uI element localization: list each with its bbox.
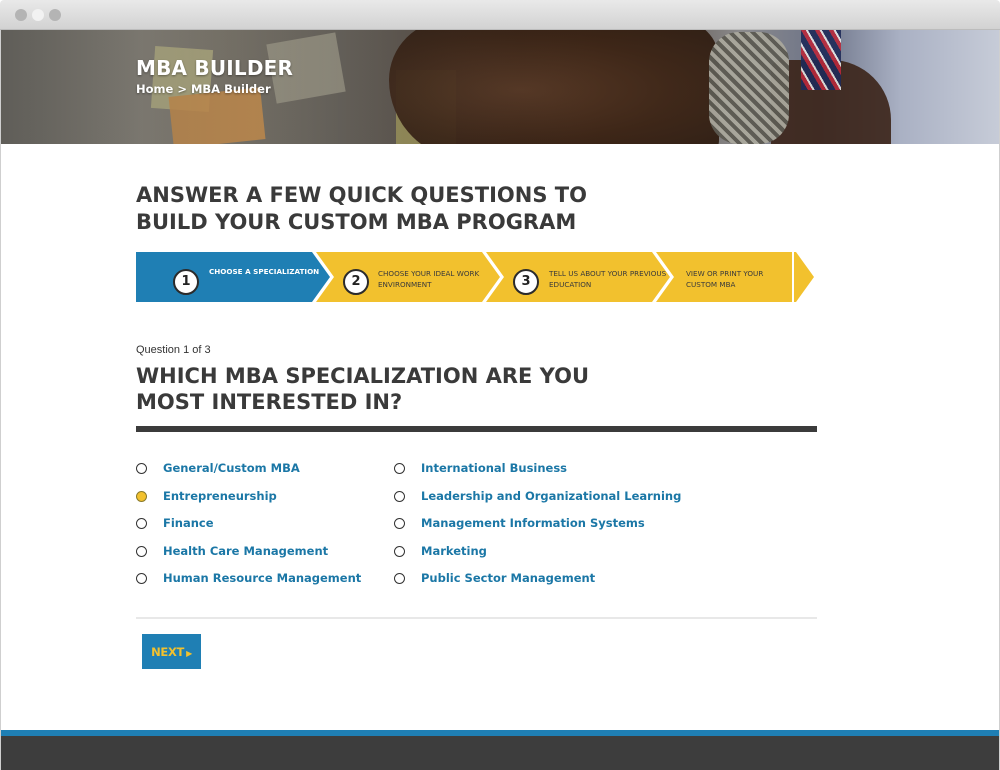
option-label: Marketing: [421, 544, 487, 558]
radio-button[interactable]: [394, 546, 405, 557]
breadcrumb-separator: >: [173, 82, 191, 96]
step-number-badge: 2: [343, 269, 369, 295]
page-frame: MBA BUILDER Home > MBA Builder ANSWER A …: [0, 30, 1000, 770]
radio-button[interactable]: [394, 491, 405, 502]
step-3[interactable]: 3 TELL US ABOUT YOUR PREVIOUS EDUCATION: [486, 252, 666, 302]
step-label: CHOOSE YOUR IDEAL WORK ENVIRONMENT: [378, 269, 480, 289]
next-button[interactable]: NEXT ▶: [142, 634, 201, 669]
step-label: CHOOSE A SPECIALIZATION: [209, 267, 320, 276]
browser-window-chrome: [0, 0, 1000, 30]
option-label: Entrepreneurship: [163, 489, 277, 503]
radio-button[interactable]: [136, 573, 147, 584]
step-number-badge: 1: [173, 269, 199, 295]
step-2[interactable]: 2 CHOOSE YOUR IDEAL WORK ENVIRONMENT: [316, 252, 486, 302]
step-1[interactable]: 1 CHOOSE A SPECIALIZATION: [136, 252, 319, 302]
option-label: Management Information Systems: [421, 516, 645, 530]
option-label: Public Sector Management: [421, 571, 596, 585]
step-4[interactable]: VIEW OR PRINT YOUR CUSTOM MBA: [656, 252, 796, 302]
radio-button[interactable]: [394, 518, 405, 529]
radio-button[interactable]: [136, 546, 147, 557]
caret-right-icon: ▶: [186, 648, 192, 658]
radio-button[interactable]: [136, 463, 147, 474]
breadcrumb-current: MBA Builder: [190, 82, 271, 96]
option-label: Leadership and Organizational Learning: [421, 489, 682, 503]
progress-steps: 1 CHOOSE A SPECIALIZATION 2 CHOOSE YOUR …: [136, 252, 817, 302]
question-divider: [136, 426, 817, 432]
option-label: General/Custom MBA: [163, 461, 300, 475]
window-minimize-dot[interactable]: [32, 9, 44, 21]
hero-banner: MBA BUILDER Home > MBA Builder: [1, 30, 999, 144]
breadcrumb: Home > MBA Builder: [136, 82, 271, 96]
builder-heading: ANSWER A FEW QUICK QUESTIONS TO BUILD YO…: [136, 183, 587, 234]
window-close-dot[interactable]: [15, 9, 27, 21]
radio-button-selected[interactable]: [136, 491, 147, 502]
option-label: Health Care Management: [163, 544, 329, 558]
footer: [1, 736, 999, 770]
radio-button[interactable]: [394, 463, 405, 474]
question-title: WHICH MBA SPECIALIZATION ARE YOU MOST IN…: [136, 364, 590, 414]
next-button-label: NEXT: [151, 644, 185, 659]
option-label: International Business: [421, 461, 568, 475]
step-label: VIEW OR PRINT YOUR CUSTOM MBA: [686, 269, 764, 289]
step-number-badge: 3: [513, 269, 539, 295]
option-label: Finance: [163, 516, 214, 530]
radio-button[interactable]: [394, 573, 405, 584]
page-title: MBA BUILDER: [136, 56, 294, 80]
option-label: Human Resource Management: [163, 571, 362, 585]
breadcrumb-home-link[interactable]: Home: [136, 82, 173, 96]
options-divider: [136, 617, 817, 619]
radio-button[interactable]: [136, 518, 147, 529]
step-end-arrow: [794, 252, 814, 302]
window-maximize-dot[interactable]: [49, 9, 61, 21]
question-counter: Question 1 of 3: [136, 344, 211, 356]
step-label: TELL US ABOUT YOUR PREVIOUS EDUCATION: [549, 269, 667, 289]
